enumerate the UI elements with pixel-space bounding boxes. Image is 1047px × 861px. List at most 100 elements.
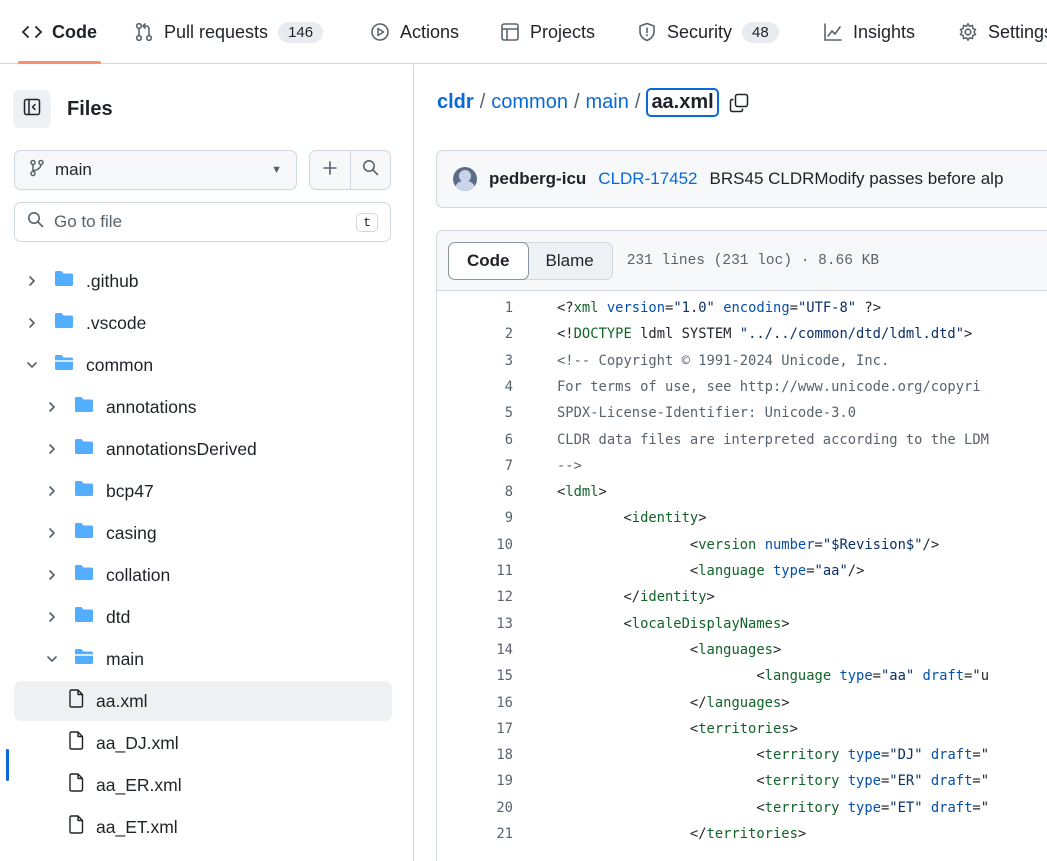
branch-selector[interactable]: main ▼ <box>14 150 297 190</box>
tree-item-casing[interactable]: casing <box>14 513 392 553</box>
line-number[interactable]: 17 <box>437 721 513 737</box>
active-tab-indicator <box>18 61 101 64</box>
tree-item-aa-er-xml[interactable]: aa_ER.xml <box>14 765 392 805</box>
tree-item-vscode[interactable]: .vscode <box>14 303 392 343</box>
code-text: --> <box>557 457 582 474</box>
tab-pull-requests[interactable]: Pull requests 146 <box>134 0 324 64</box>
code-text: <!-- Copyright © 1991-2024 Unicode, Inc. <box>557 352 890 369</box>
tree-item-bcp47[interactable]: bcp47 <box>14 471 392 511</box>
chevron-right-icon[interactable] <box>44 526 60 540</box>
file-actions <box>309 150 391 190</box>
search-icon <box>362 159 379 181</box>
tab-security[interactable]: Security 48 <box>637 0 779 64</box>
line-number[interactable]: 5 <box>437 405 513 421</box>
line-number[interactable]: 19 <box>437 773 513 789</box>
folder-open-icon <box>74 648 94 670</box>
folder-icon <box>54 312 74 334</box>
chevron-right-icon[interactable] <box>44 484 60 498</box>
line-number[interactable]: 20 <box>437 800 513 816</box>
tree-item-github[interactable]: .github <box>14 261 392 301</box>
breadcrumb-repo-link[interactable]: cldr <box>437 91 474 114</box>
line-number[interactable]: 2 <box>437 326 513 342</box>
tree-item-aa-xml[interactable]: aa.xml <box>14 681 392 721</box>
commit-author-link[interactable]: pedberg-icu <box>489 169 586 189</box>
tab-code[interactable]: Code <box>18 0 101 64</box>
search-code-button[interactable] <box>351 151 391 189</box>
security-count: 48 <box>742 21 779 43</box>
code-text: CLDR data files are interpreted accordin… <box>557 431 989 448</box>
code-line: 18 <territory type="DJ" draft=" <box>437 742 1047 768</box>
folder-icon <box>74 564 94 586</box>
commit-message[interactable]: BRS45 CLDRModify passes before alp <box>710 169 1004 189</box>
line-number[interactable]: 3 <box>437 353 513 369</box>
code-line: 16 </languages> <box>437 690 1047 716</box>
selected-indicator <box>6 749 9 781</box>
blame-view-button[interactable]: Blame <box>528 243 612 279</box>
chevron-down-icon[interactable] <box>44 654 60 664</box>
tree-item-label: annotations <box>106 396 197 417</box>
tree-item-label: .vscode <box>86 312 147 333</box>
tree-item-annotations[interactable]: annotations <box>14 387 392 427</box>
tab-settings[interactable]: Settings <box>958 0 1047 64</box>
tab-insights[interactable]: Insights <box>823 0 915 64</box>
graph-icon <box>823 22 843 42</box>
code-text: <version number="$Revision$"/> <box>557 536 940 553</box>
tree-item-main[interactable]: main <box>14 639 392 679</box>
tab-label: Security <box>667 21 733 42</box>
chevron-right-icon[interactable] <box>44 610 60 624</box>
line-number[interactable]: 18 <box>437 747 513 763</box>
file-icon <box>68 815 84 839</box>
tree-item-dtd[interactable]: dtd <box>14 597 392 637</box>
tree-item-aa-dj-xml[interactable]: aa_DJ.xml <box>14 723 392 763</box>
line-number[interactable]: 7 <box>437 458 513 474</box>
code-view-button[interactable]: Code <box>448 241 529 280</box>
chevron-right-icon[interactable] <box>44 400 60 414</box>
copy-path-icon[interactable] <box>729 93 749 113</box>
tab-projects[interactable]: Projects <box>500 0 595 64</box>
line-number[interactable]: 8 <box>437 484 513 500</box>
breadcrumb-common-link[interactable]: common <box>491 91 568 114</box>
code-text: <languages> <box>557 641 782 658</box>
code-text: <!DOCTYPE ldml SYSTEM "../../common/dtd/… <box>557 326 973 343</box>
line-number[interactable]: 12 <box>437 589 513 605</box>
go-to-file-input[interactable]: Go to file t <box>14 202 391 242</box>
breadcrumb-main-link[interactable]: main <box>586 91 629 114</box>
code-text: <territory type="ET" draft=" <box>557 799 990 816</box>
tree-item-aa-et-xml[interactable]: aa_ET.xml <box>14 807 392 847</box>
line-number[interactable]: 9 <box>437 510 513 526</box>
table-icon <box>500 22 520 42</box>
tree-item-annotationsderived[interactable]: annotationsDerived <box>14 429 392 469</box>
file-icon <box>68 773 84 797</box>
folder-icon <box>74 480 94 502</box>
tree-item-label: dtd <box>106 606 131 627</box>
line-number[interactable]: 4 <box>437 379 513 395</box>
tree-item-label: aa_ER.xml <box>96 774 182 795</box>
chevron-right-icon[interactable] <box>44 568 60 582</box>
avatar[interactable] <box>453 167 477 191</box>
line-number[interactable]: 11 <box>437 563 513 579</box>
tab-actions[interactable]: Actions <box>370 0 459 64</box>
line-number[interactable]: 14 <box>437 642 513 658</box>
chevron-right-icon[interactable] <box>24 316 40 330</box>
tree-item-common[interactable]: common <box>14 345 392 385</box>
chevron-right-icon[interactable] <box>44 442 60 456</box>
tree-item-label: main <box>106 648 144 669</box>
chevron-down-icon[interactable] <box>24 360 40 370</box>
chevron-right-icon[interactable] <box>24 274 40 288</box>
line-number[interactable]: 15 <box>437 668 513 684</box>
add-file-button[interactable] <box>310 151 351 189</box>
line-number[interactable]: 13 <box>437 616 513 632</box>
code-line: 12 </identity> <box>437 584 1047 610</box>
view-toggle: Code Blame <box>448 241 613 280</box>
line-number[interactable]: 6 <box>437 432 513 448</box>
collapse-sidebar-button[interactable] <box>13 90 51 128</box>
line-number[interactable]: 16 <box>437 695 513 711</box>
line-number[interactable]: 10 <box>437 537 513 553</box>
tree-item-collation[interactable]: collation <box>14 555 392 595</box>
repo-nav: Code Pull requests 146 Actions Projects … <box>0 0 1047 64</box>
line-number[interactable]: 21 <box>437 826 513 842</box>
code-text: <territory type="ER" draft=" <box>557 773 990 790</box>
tree-item-label: collation <box>106 564 171 585</box>
line-number[interactable]: 1 <box>437 300 513 316</box>
commit-issue-link[interactable]: CLDR-17452 <box>598 169 697 189</box>
